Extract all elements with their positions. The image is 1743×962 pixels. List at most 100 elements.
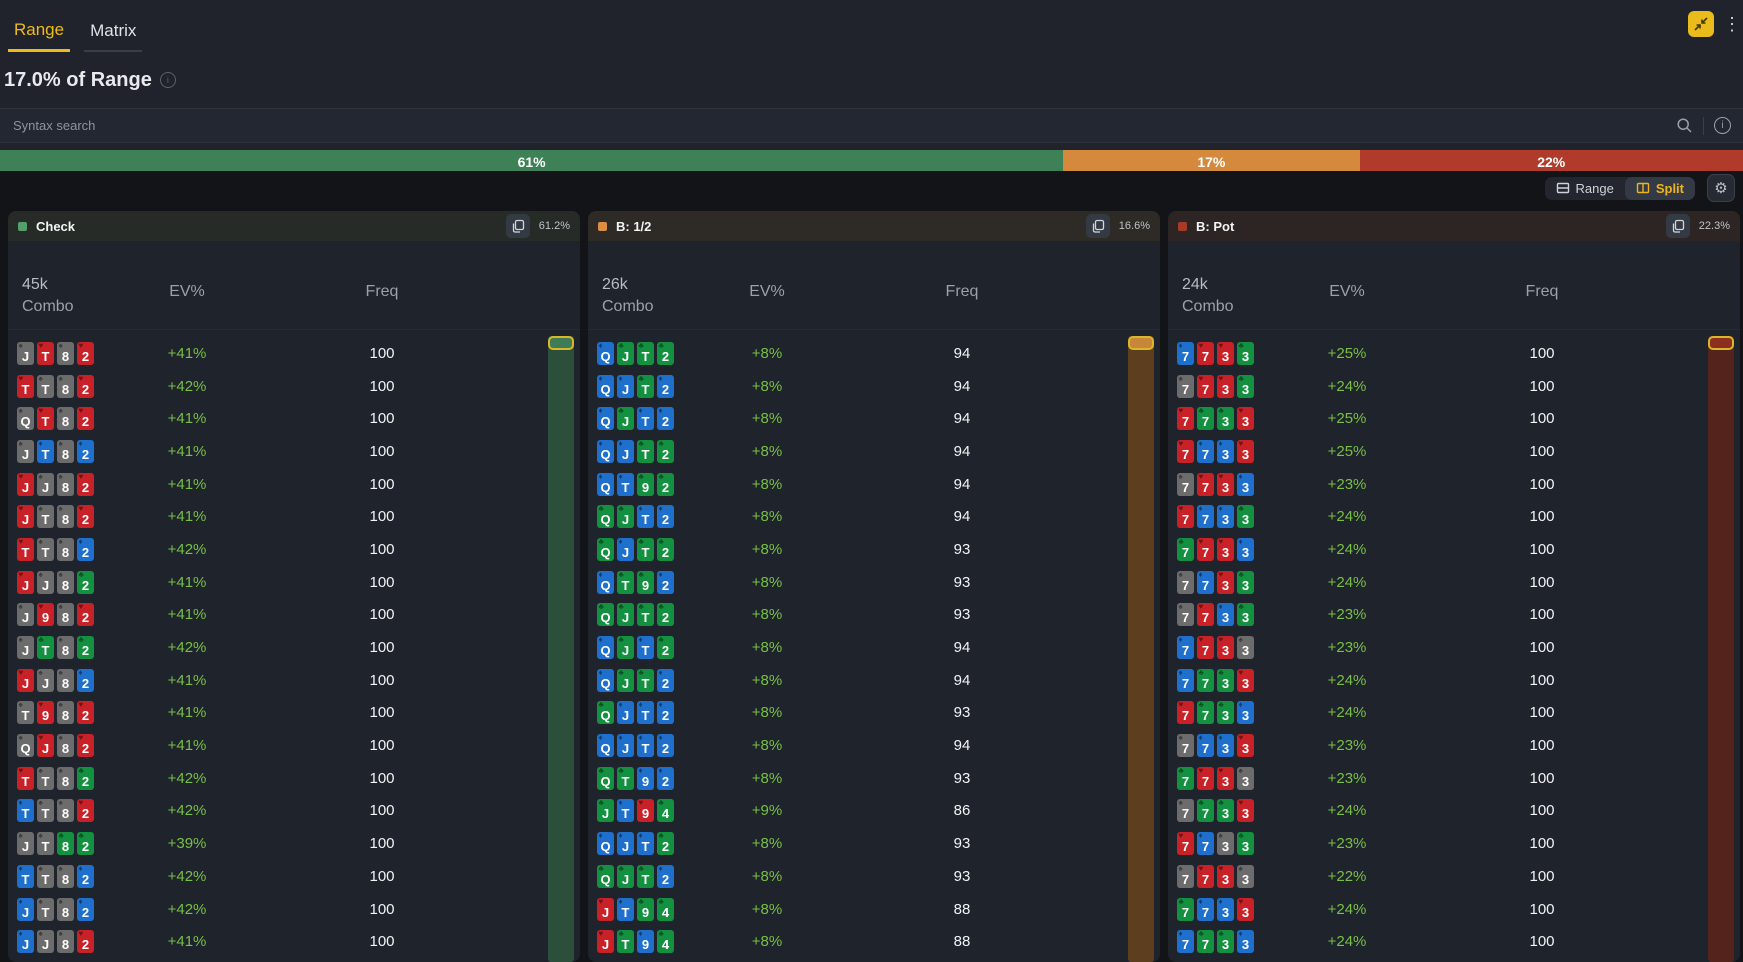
combo-cards: ♥7♦7♦3♥3 — [1177, 440, 1287, 463]
combo-row[interactable]: ♥7♣7♣3♦3+24%100 — [1168, 697, 1740, 730]
combo-row[interactable]: ♥J♠J♠8♥2+41%100 — [8, 468, 580, 501]
freq-scrollbar-track[interactable] — [548, 336, 574, 962]
action-segment[interactable]: 17% — [1063, 150, 1359, 173]
freq-value: 94 — [827, 378, 1097, 395]
combo-row[interactable]: ♦7♥7♥3♠3+23%100 — [1168, 631, 1740, 664]
combo-row[interactable]: ♠7♥7♦3♣3+23%100 — [1168, 599, 1740, 632]
combo-row[interactable]: ♦Q♦J♦T♣2+8%93 — [588, 827, 1160, 860]
combo-row[interactable]: ♦J♠J♠8♥2+41%100 — [8, 925, 580, 958]
card-Qd: ♦Q — [597, 636, 614, 659]
card-rank: T — [37, 806, 54, 821]
view-toggle-range[interactable]: Range — [1545, 177, 1625, 200]
combo-row[interactable]: ♠7♣7♣3♥3+24%100 — [1168, 795, 1740, 828]
combo-row[interactable]: ♥T♠T♠8♦2+42%100 — [8, 533, 580, 566]
copy-button[interactable] — [1086, 214, 1110, 238]
card-2d: ♦2 — [657, 734, 674, 757]
combo-row[interactable]: ♦T♠T♠8♥2+42%100 — [8, 795, 580, 828]
combo-row[interactable]: ♥J♠J♠8♦2+41%100 — [8, 664, 580, 697]
combo-row[interactable]: ♥J♣T♦9♣4+8%88 — [588, 925, 1160, 958]
card-3c: ♣3 — [1217, 407, 1234, 430]
search-info-icon[interactable]: i — [1714, 117, 1731, 134]
combo-row[interactable]: ♣7♥7♥3♠3+23%100 — [1168, 762, 1740, 795]
combo-row[interactable]: ♣7♥7♥3♦3+24%100 — [1168, 533, 1740, 566]
combo-row[interactable]: ♦7♥7♥3♣3+25%100 — [1168, 337, 1740, 370]
search-icon[interactable] — [1676, 117, 1693, 134]
card-rank: 8 — [57, 643, 74, 658]
panel-title: B: 1/2 — [616, 219, 651, 234]
combo-row[interactable]: ♦Q♣J♣T♦2+8%94 — [588, 664, 1160, 697]
combo-row[interactable]: ♠T♥9♠8♥2+41%100 — [8, 697, 580, 730]
combo-rows: ♠J♥T♠8♥2+41%100♥T♠T♠8♥2+42%100♠Q♥T♠8♥2+4… — [8, 330, 580, 958]
kebab-menu-icon[interactable]: ⋮ — [1723, 15, 1737, 33]
search-input[interactable] — [11, 117, 1676, 134]
combo-row[interactable]: ♣Q♣J♣T♦2+8%93 — [588, 860, 1160, 893]
combo-row[interactable]: ♦7♣7♣3♦3+24%100 — [1168, 925, 1740, 958]
combo-row[interactable]: ♦7♣7♣3♥3+24%100 — [1168, 664, 1740, 697]
ev-value: +8% — [707, 443, 827, 460]
ev-value: +25% — [1287, 345, 1407, 362]
tab-matrix[interactable]: Matrix — [84, 8, 142, 52]
collapse-button[interactable] — [1688, 11, 1714, 37]
combo-row[interactable]: ♣Q♦J♣T♣2+8%93 — [588, 533, 1160, 566]
combo-row[interactable]: ♥T♠T♠8♣2+42%100 — [8, 762, 580, 795]
freq-value: 100 — [1407, 672, 1677, 689]
freq-scrollbar-track[interactable] — [1708, 336, 1734, 962]
combo-row[interactable]: ♠J♠T♣8♣2+39%100 — [8, 827, 580, 860]
combo-row[interactable]: ♦Q♣J♦T♣2+8%94 — [588, 631, 1160, 664]
action-segment[interactable]: 61% — [0, 150, 1063, 173]
settings-button[interactable]: ⚙ — [1707, 174, 1735, 202]
range-view-icon — [1556, 181, 1570, 195]
combo-row[interactable]: ♣Q♣J♦T♦2+8%94 — [588, 500, 1160, 533]
action-segment[interactable]: 22% — [1360, 150, 1743, 173]
combo-cards: ♥T♠T♠8♦2 — [17, 538, 127, 561]
card-rank: 3 — [1237, 741, 1254, 756]
combo-row[interactable]: ♠J♥T♠8♥2+41%100 — [8, 337, 580, 370]
title-info-icon[interactable]: i — [160, 72, 176, 88]
combo-row[interactable]: ♠J♦T♠8♦2+41%100 — [8, 435, 580, 468]
combo-row[interactable]: ♣Q♣J♣T♣2+8%93 — [588, 599, 1160, 632]
combo-row[interactable]: ♠Q♥J♠8♥2+41%100 — [8, 729, 580, 762]
combo-row[interactable]: ♦Q♣J♦T♦2+8%94 — [588, 402, 1160, 435]
combo-row[interactable]: ♥J♠T♠8♥2+41%100 — [8, 500, 580, 533]
copy-button[interactable] — [1666, 214, 1690, 238]
combo-row[interactable]: ♥J♦T♣9♣4+8%88 — [588, 893, 1160, 926]
card-2h: ♥2 — [77, 375, 94, 398]
ev-value: +8% — [707, 476, 827, 493]
combo-row[interactable]: ♠7♦7♥3♣3+24%100 — [1168, 566, 1740, 599]
combo-row[interactable]: ♣Q♣T♦9♦2+8%93 — [588, 762, 1160, 795]
combo-row[interactable]: ♥J♠J♠8♣2+41%100 — [8, 566, 580, 599]
combo-row[interactable]: ♥7♣7♣3♥3+25%100 — [1168, 402, 1740, 435]
combo-row[interactable]: ♦Q♣J♣T♣2+8%94 — [588, 337, 1160, 370]
freq-scrollbar-thumb[interactable] — [1708, 336, 1734, 350]
combo-row[interactable]: ♦Q♦T♣9♣2+8%94 — [588, 468, 1160, 501]
freq-scrollbar-track[interactable] — [1128, 336, 1154, 962]
combo-row[interactable]: ♦Q♦J♣T♦2+8%94 — [588, 370, 1160, 403]
copy-button[interactable] — [506, 214, 530, 238]
freq-scrollbar-thumb[interactable] — [1128, 336, 1154, 350]
combo-row[interactable]: ♦Q♣T♣9♦2+8%93 — [588, 566, 1160, 599]
combo-row[interactable]: ♥7♦7♠3♣3+23%100 — [1168, 827, 1740, 860]
combo-row[interactable]: ♥T♠T♠8♥2+42%100 — [8, 370, 580, 403]
combo-row[interactable]: ♠7♥7♥3♣3+24%100 — [1168, 370, 1740, 403]
combo-cards: ♠J♣T♠8♣2 — [17, 636, 127, 659]
combo-row[interactable]: ♠J♥9♠8♥2+41%100 — [8, 599, 580, 632]
combo-row[interactable]: ♦T♠T♠8♦2+42%100 — [8, 860, 580, 893]
combo-row[interactable]: ♠J♣T♠8♣2+42%100 — [8, 631, 580, 664]
combo-row[interactable]: ♣Q♦J♦T♦2+8%93 — [588, 697, 1160, 730]
combo-row[interactable]: ♣J♦T♥9♣4+9%86 — [588, 795, 1160, 828]
combo-row[interactable]: ♠7♦7♦3♥3+23%100 — [1168, 729, 1740, 762]
combo-row[interactable]: ♠7♥7♥3♠3+22%100 — [1168, 860, 1740, 893]
combo-row[interactable]: ♥7♦7♦3♥3+25%100 — [1168, 435, 1740, 468]
combo-row[interactable]: ♦J♠T♠8♦2+42%100 — [8, 893, 580, 926]
combo-row[interactable]: ♥7♦7♦3♣3+24%100 — [1168, 500, 1740, 533]
view-toggle-split[interactable]: Split — [1625, 177, 1695, 200]
combo-cards: ♥T♠T♠8♣2 — [17, 767, 127, 790]
combo-row[interactable]: ♠7♥7♥3♦3+23%100 — [1168, 468, 1740, 501]
combo-row[interactable]: ♦Q♦J♦T♦2+8%94 — [588, 729, 1160, 762]
freq-scrollbar-thumb[interactable] — [548, 336, 574, 350]
tab-range[interactable]: Range — [8, 7, 70, 52]
combo-row[interactable]: ♠Q♥T♠8♥2+41%100 — [8, 402, 580, 435]
combo-row[interactable]: ♣7♦7♦3♥3+24%100 — [1168, 893, 1740, 926]
combo-cards: ♠7♦7♦3♥3 — [1177, 734, 1287, 757]
combo-row[interactable]: ♦Q♦J♣T♣2+8%94 — [588, 435, 1160, 468]
